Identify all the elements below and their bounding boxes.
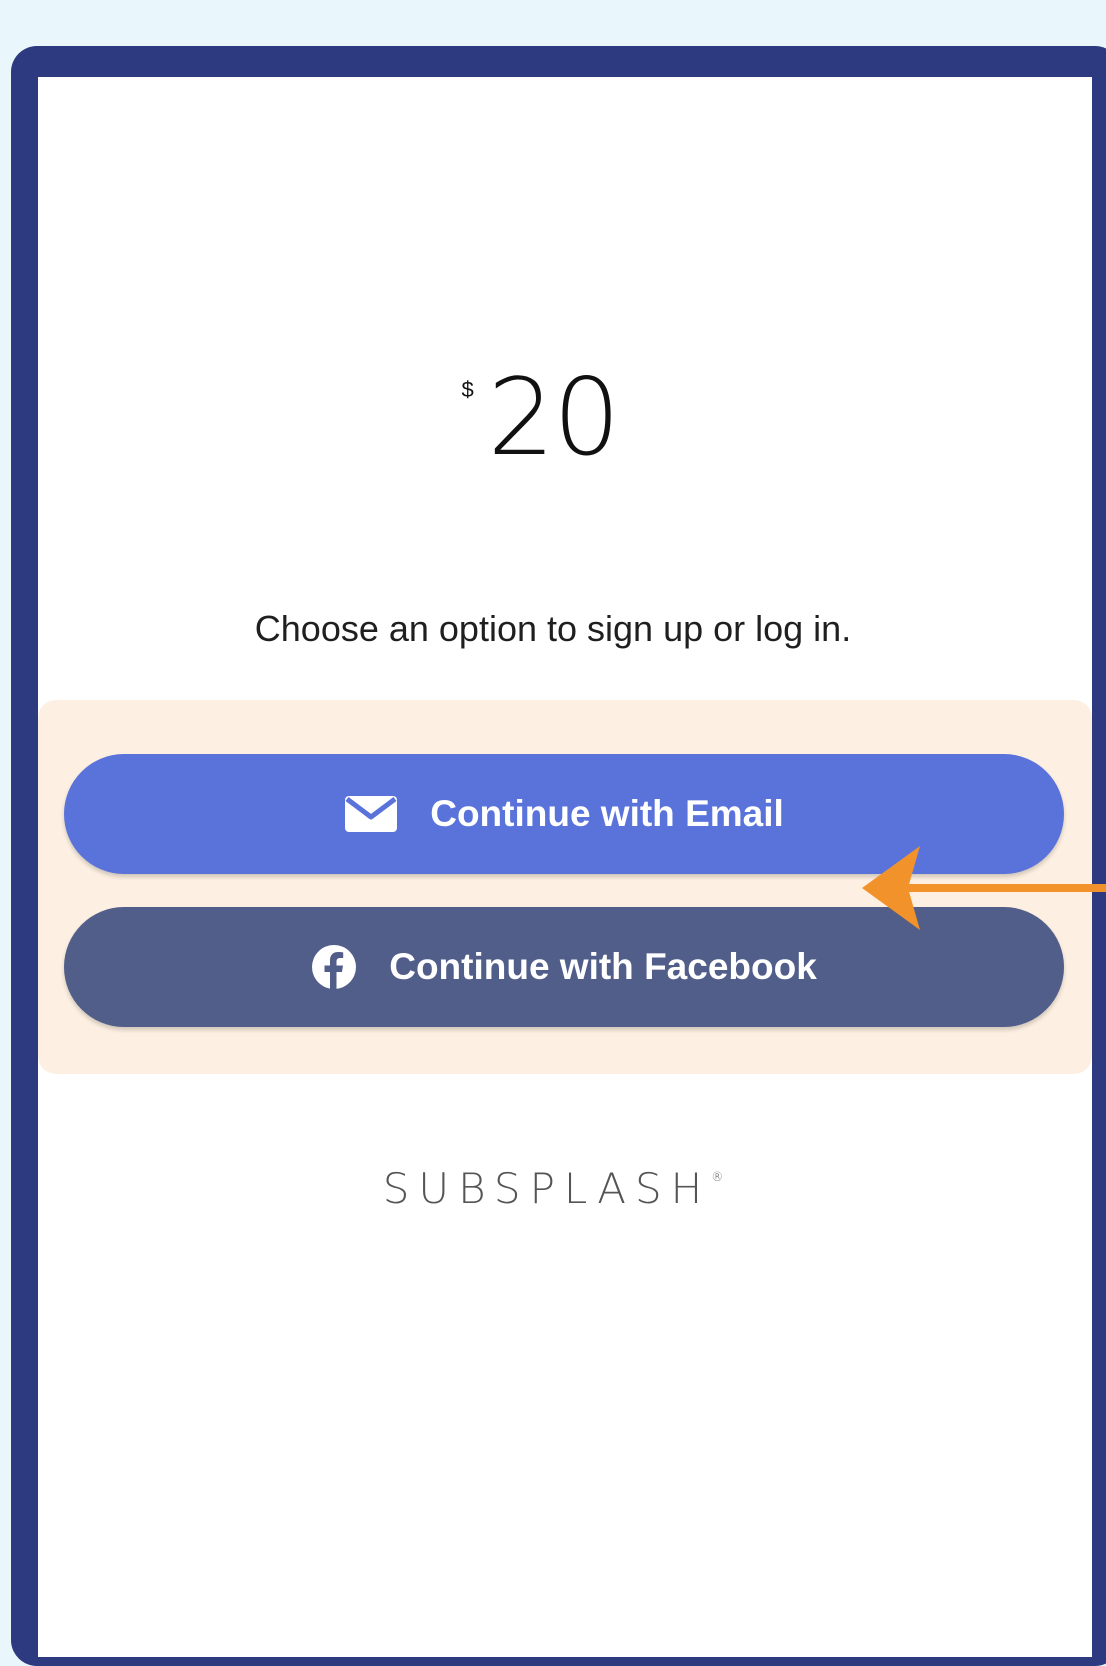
donation-amount: $ 20	[0, 365, 1106, 471]
email-button-label: Continue with Email	[430, 793, 784, 834]
facebook-button-label: Continue with Facebook	[389, 946, 817, 987]
envelope-icon	[344, 795, 398, 833]
logo-text: SUBSPLASH	[382, 1164, 712, 1213]
registered-mark: ®	[711, 1170, 724, 1184]
login-prompt: Choose an option to sign up or log in.	[254, 608, 852, 649]
facebook-icon	[311, 944, 357, 990]
arrow-left-icon	[862, 846, 1106, 930]
amount-value: 20	[487, 356, 621, 479]
subsplash-logo: SUBSPLASH®	[0, 1164, 1106, 1213]
currency-symbol: $	[461, 377, 474, 402]
